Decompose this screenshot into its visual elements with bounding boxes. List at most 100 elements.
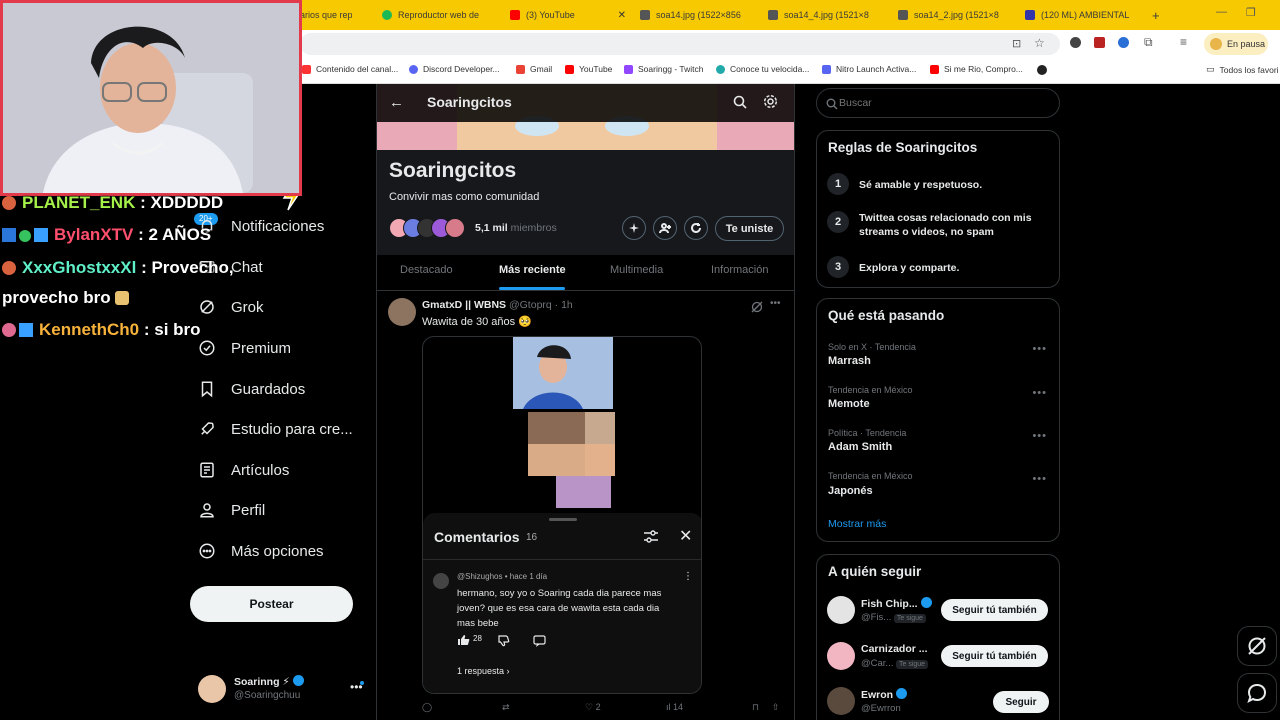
profile-button[interactable]: En pausa <box>1204 33 1268 55</box>
maximize-icon[interactable]: ❐ <box>1246 6 1256 19</box>
share-icon[interactable]: ⇧ <box>772 702 780 713</box>
nav-bookmarks[interactable]: Guardados <box>198 374 305 404</box>
search-box[interactable] <box>816 88 1060 118</box>
community-description: Convivir mas como comunidad <box>389 191 540 203</box>
members-count[interactable]: 5,1 mil miembros <box>475 222 557 234</box>
account-switcher[interactable]: Soarinng ⚡ @Soaringchuu ••• <box>196 672 366 706</box>
avatar[interactable] <box>827 642 855 670</box>
grok-icon[interactable] <box>751 300 763 313</box>
drag-handle[interactable] <box>549 518 577 521</box>
all-bookmarks[interactable]: ▭ Todos los favori <box>1206 64 1279 75</box>
follow-name[interactable]: Carnizador ... <box>861 643 928 655</box>
joined-button[interactable]: Te uniste <box>715 216 784 241</box>
reply-icon[interactable] <box>533 634 546 647</box>
avatar[interactable] <box>433 573 449 589</box>
more-icon[interactable]: ••• <box>1032 430 1047 442</box>
tab-latest[interactable]: Más reciente <box>499 264 566 276</box>
browser-tab[interactable]: soa14_4.jpg (1521×8 <box>768 4 880 26</box>
star-icon[interactable]: ☆ <box>1034 36 1045 50</box>
minimize-icon[interactable]: — <box>1216 6 1227 18</box>
show-more-link[interactable]: Mostrar más <box>828 518 886 530</box>
messages-fab[interactable] <box>1237 673 1277 713</box>
follow-back-button[interactable]: Seguir tú también <box>941 645 1048 667</box>
refresh-button[interactable] <box>684 216 708 240</box>
bookmark-label: Nitro Launch Activa... <box>836 64 917 74</box>
nav-grok[interactable]: Grok <box>198 292 264 322</box>
bookmark[interactable]: Conoce tu velocida... <box>716 64 809 74</box>
close-icon[interactable]: ✕ <box>618 10 626 21</box>
more-vertical-icon[interactable]: ⋮ <box>683 571 693 582</box>
search-input[interactable] <box>839 95 1039 111</box>
tab-featured[interactable]: Destacado <box>400 264 453 276</box>
trend-name[interactable]: Marrash <box>828 355 871 367</box>
more-icon[interactable]: ••• <box>1032 387 1047 399</box>
tab-media[interactable]: Multimedia <box>610 264 663 276</box>
avatar[interactable] <box>388 298 416 326</box>
thumbs-down-icon[interactable] <box>497 634 510 647</box>
views-button[interactable]: ıl 14 <box>666 702 683 712</box>
tab-about[interactable]: Información <box>711 264 768 276</box>
reply-button[interactable]: ◯ <box>422 702 432 713</box>
install-icon[interactable]: ⊡ <box>1012 37 1021 50</box>
address-bar[interactable] <box>300 33 1060 55</box>
trend-name[interactable]: Japonés <box>828 485 873 497</box>
repost-button[interactable]: ⇄ <box>502 702 510 713</box>
thumbs-up-icon[interactable] <box>457 633 471 645</box>
browser-tab[interactable]: soa14.jpg (1522×856 <box>640 4 752 26</box>
bookmark[interactable]: Soaringg - Twitch <box>624 64 704 74</box>
extension-icon[interactable] <box>1094 37 1105 48</box>
bookmark[interactable]: Gmail <box>516 64 552 74</box>
gear-icon[interactable] <box>763 94 778 109</box>
browser-tab[interactable]: Reproductor web de <box>382 4 500 26</box>
browser-tab[interactable]: soa14_2.jpg (1521×8 <box>898 4 1010 26</box>
view-replies[interactable]: 1 respuesta › <box>457 666 510 676</box>
avatar[interactable] <box>827 596 855 624</box>
nav-articles[interactable]: Artículos <box>198 455 289 485</box>
post-button[interactable]: Postear <box>190 586 353 622</box>
filter-icon[interactable] <box>643 530 659 544</box>
like-button[interactable]: ♡ 2 <box>585 702 601 713</box>
follow-name[interactable]: Ewron <box>861 688 908 701</box>
browser-tab[interactable]: (120 ML) AMBIENTAL <box>1025 4 1137 26</box>
close-icon[interactable]: ✕ <box>679 526 692 546</box>
avatar[interactable] <box>827 687 855 715</box>
follow-back-button[interactable]: Seguir tú también <box>941 599 1048 621</box>
trend-name[interactable]: Memote <box>828 398 870 410</box>
bookmark[interactable]: Contenido del canal... <box>302 64 398 74</box>
invite-button[interactable] <box>653 216 677 240</box>
trend-name[interactable]: Adam Smith <box>828 441 892 453</box>
media-icon[interactable]: ≡ <box>1180 35 1187 49</box>
more-icon[interactable]: ••• <box>1032 343 1047 355</box>
back-arrow-icon[interactable]: ← <box>389 94 404 111</box>
nav-premium[interactable]: Premium <box>198 333 291 363</box>
bookmark[interactable]: Si me Rio, Compro... <box>930 64 1023 74</box>
follow-button[interactable]: Seguir <box>993 691 1049 713</box>
extension-icon[interactable] <box>1070 37 1081 48</box>
grok-fab[interactable] <box>1237 626 1277 666</box>
bookmark-icon[interactable]: ⊓ <box>752 702 759 713</box>
puzzle-icon[interactable]: ⧉ <box>1144 35 1153 50</box>
new-tab-button[interactable]: + <box>1152 4 1166 26</box>
more-icon[interactable]: ••• <box>1032 473 1047 485</box>
bookmark[interactable]: Nitro Launch Activa... <box>822 64 916 74</box>
member-avatars[interactable] <box>389 218 469 240</box>
globe-icon[interactable] <box>1037 65 1047 75</box>
extension-icon[interactable] <box>1118 37 1129 48</box>
follow-name[interactable]: Fish Chip... <box>861 597 932 610</box>
nav-more-options[interactable]: Más opciones <box>198 536 324 566</box>
post-media[interactable]: Comentarios 16 ✕ @Shizughos • hace 1 día… <box>422 336 702 694</box>
more-icon[interactable]: ••• <box>770 298 781 309</box>
comment-author[interactable]: @Shizughos <box>457 572 502 581</box>
bookmark[interactable]: Discord Developer... <box>409 64 500 74</box>
nav-profile[interactable]: Perfil <box>198 495 265 525</box>
nav-creator-studio[interactable]: Estudio para cre... <box>198 414 353 444</box>
bookmark-label: Soaringg - Twitch <box>638 64 704 74</box>
grok-summary-button[interactable] <box>622 216 646 240</box>
browser-tab[interactable]: arios que rep <box>300 4 352 26</box>
browser-tab[interactable]: (3) YouTube ✕ <box>510 4 626 26</box>
post-author[interactable]: GmatxD || WBNS <box>422 299 506 311</box>
verified-icon <box>896 688 908 699</box>
search-icon[interactable] <box>733 95 747 109</box>
bookmark[interactable]: YouTube <box>565 64 612 74</box>
nav-notifications[interactable]: Notificaciones <box>198 211 324 241</box>
